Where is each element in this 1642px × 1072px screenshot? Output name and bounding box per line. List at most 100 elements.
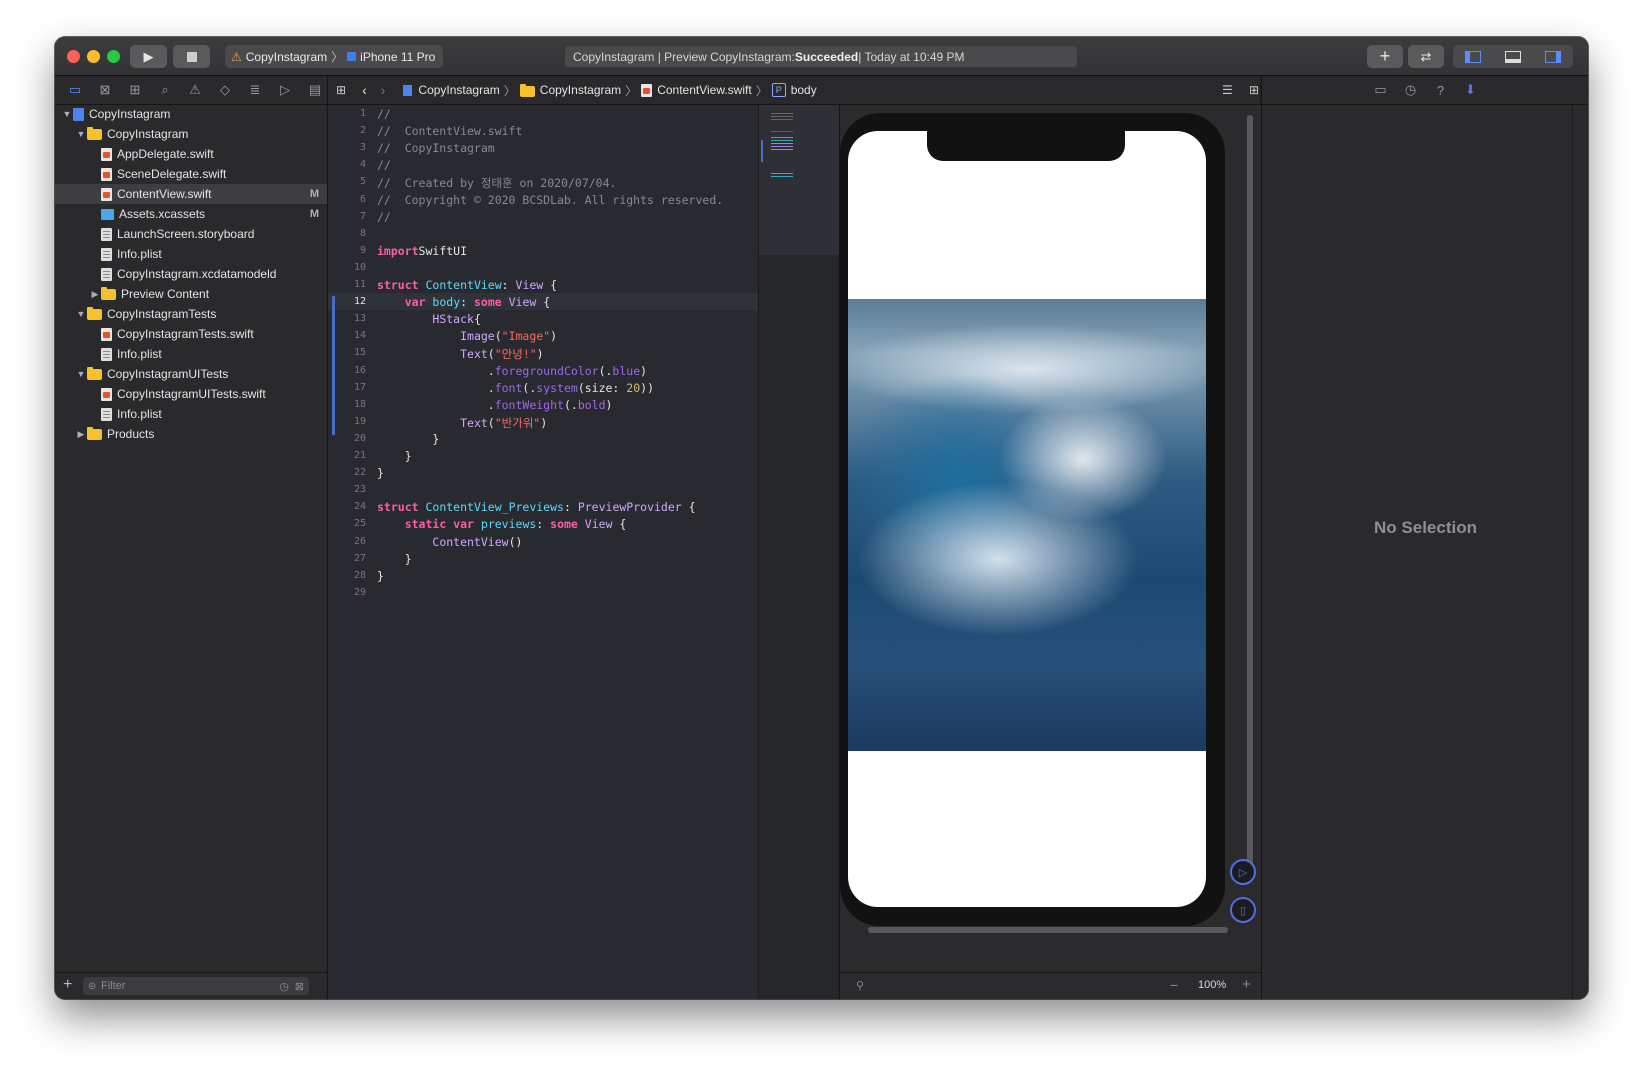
code-line[interactable]: static var previews: some View { — [377, 517, 627, 531]
attributes-inspector-icon[interactable]: ⬇ — [1462, 81, 1480, 99]
navigator-item-label: Info.plist — [117, 347, 162, 361]
navigator-item[interactable]: CopyInstagramTests.swift — [55, 324, 327, 344]
report-icon[interactable]: ▤ — [303, 80, 327, 100]
navigator-item[interactable]: ▼ CopyInstagramTests — [55, 304, 327, 324]
minimap[interactable] — [758, 105, 839, 999]
horizontal-scrollbar[interactable] — [868, 927, 1228, 933]
code-line[interactable]: // CopyInstagram — [377, 141, 495, 155]
live-preview-button[interactable]: ▷ — [1230, 859, 1256, 885]
history-inspector-icon[interactable]: ◷ — [1402, 81, 1420, 99]
zoom-in-icon[interactable]: + — [1242, 976, 1251, 993]
scm-filter-icon[interactable]: ⊠ — [295, 980, 304, 993]
source-control-icon[interactable]: ⊠ — [93, 80, 117, 100]
code-line[interactable]: } — [377, 569, 384, 583]
code-review-button[interactable]: ⇄ — [1408, 45, 1444, 68]
navigator-item[interactable]: AppDelegate.swift — [55, 144, 327, 164]
code-line[interactable]: .fontWeight(.bold) — [377, 398, 613, 412]
code-line[interactable]: ContentView() — [377, 535, 522, 549]
test-icon[interactable]: ◇ — [213, 80, 237, 100]
code-line[interactable]: var body: some View { — [377, 295, 550, 309]
navigator-item[interactable]: ▼ CopyInstagram — [55, 124, 327, 144]
navigator-item[interactable]: SceneDelegate.swift — [55, 164, 327, 184]
crumb-project[interactable]: CopyInstagram — [418, 83, 499, 97]
quick-help-icon[interactable]: ? — [1432, 81, 1450, 99]
code-line[interactable]: Text("반가워") — [377, 415, 547, 431]
disclosure-collapsed-icon[interactable]: ▶ — [75, 429, 87, 440]
add-file-icon[interactable]: + — [63, 976, 72, 994]
minimize-button[interactable] — [87, 50, 100, 63]
navigator-item-label: ContentView.swift — [117, 187, 212, 201]
navigator-item[interactable]: LaunchScreen.storyboard — [55, 224, 327, 244]
code-line[interactable]: Text("안녕!") — [377, 346, 544, 362]
crumb-group[interactable]: CopyInstagram — [540, 83, 621, 97]
navigator-toggle-icon[interactable] — [1465, 50, 1481, 63]
disclosure-expanded-icon[interactable]: ▼ — [75, 369, 87, 379]
recent-files-icon[interactable]: ◷ — [279, 980, 289, 993]
source-editor[interactable]: 1 2 3 4 5 6 7 8 9 10 11 12 13 14 15 16 17 18 19 20 21 22 23 24 2… — [328, 105, 758, 999]
code-line[interactable]: importSwiftUI — [377, 244, 467, 258]
minimap-viewport[interactable] — [759, 105, 839, 255]
code-line[interactable]: // ContentView.swift — [377, 124, 522, 138]
disclosure-collapsed-icon[interactable]: ▶ — [89, 289, 101, 300]
debug-icon[interactable]: ≣ — [243, 80, 267, 100]
symbol-icon[interactable]: ⊞ — [123, 80, 147, 100]
navigator-item[interactable]: Info.plist — [55, 404, 327, 424]
navigator-item-label: Preview Content — [121, 287, 210, 301]
code-line[interactable]: } — [377, 432, 439, 446]
related-items-icon[interactable]: ⊞ — [336, 83, 346, 97]
inspector-toggle-icon[interactable] — [1545, 50, 1561, 63]
navigator-item[interactable]: ▶ Products — [55, 424, 327, 444]
code-line[interactable]: } — [377, 552, 412, 566]
add-editor-icon[interactable]: ⊞ — [1249, 83, 1259, 97]
library-button[interactable]: + — [1367, 45, 1403, 68]
forward-icon[interactable]: › — [381, 82, 386, 98]
disclosure-expanded-icon[interactable]: ▼ — [61, 109, 73, 119]
preview-device-button[interactable]: ▯ — [1230, 897, 1256, 923]
code-line[interactable]: // Copyright © 2020 BCSDLab. All rights … — [377, 193, 723, 207]
debug-toggle-icon[interactable] — [1505, 50, 1521, 63]
filter-input[interactable]: ⊜ Filter ◷ ⊠ — [83, 977, 309, 995]
scheme-selector[interactable]: ⚠ CopyInstagram 〉 iPhone 11 Pro — [225, 45, 443, 68]
navigator-item[interactable]: ContentView.swift M — [55, 184, 327, 204]
crumb-file[interactable]: ContentView.swift — [657, 83, 752, 97]
zoom-button[interactable] — [107, 50, 120, 63]
code-line[interactable]: struct ContentView_Previews: PreviewProv… — [377, 500, 696, 514]
folder-icon[interactable]: ▭ — [63, 80, 87, 100]
code-line[interactable]: // — [377, 107, 391, 121]
code-line[interactable]: // Created by 정태훈 on 2020/07/04. — [377, 175, 616, 191]
breakpoint-icon[interactable]: ▷ — [273, 80, 297, 100]
navigator-item[interactable]: CopyInstagramUITests.swift — [55, 384, 327, 404]
code-line[interactable]: .foregroundColor(.blue) — [377, 364, 647, 378]
code-line[interactable]: } — [377, 466, 384, 480]
navigator-item[interactable]: ▼ CopyInstagramUITests — [55, 364, 327, 384]
code-line[interactable]: Image("Image") — [377, 329, 557, 343]
navigator-item[interactable]: CopyInstagram.xcdatamodeld — [55, 264, 327, 284]
zoom-out-icon[interactable]: − — [1170, 977, 1178, 993]
navigator-item[interactable]: ▶ Preview Content — [55, 284, 327, 304]
plist-file-icon — [101, 407, 112, 421]
disclosure-expanded-icon[interactable]: ▼ — [75, 309, 87, 319]
navigator-item[interactable]: Info.plist — [55, 244, 327, 264]
vertical-scrollbar[interactable] — [1247, 115, 1253, 875]
back-icon[interactable]: ‹ — [362, 82, 367, 98]
close-button[interactable] — [67, 50, 80, 63]
crumb-symbol[interactable]: body — [791, 83, 817, 97]
navigator-item[interactable]: Assets.xcassets M — [55, 204, 327, 224]
disclosure-expanded-icon[interactable]: ▼ — [75, 129, 87, 139]
navigator-item[interactable]: ▼ CopyInstagram — [55, 104, 327, 124]
code-line[interactable]: struct ContentView: View { — [377, 278, 557, 292]
run-button[interactable]: ▶ — [130, 45, 167, 68]
code-line[interactable]: // — [377, 158, 391, 172]
navigator-item[interactable]: Info.plist — [55, 344, 327, 364]
code-line[interactable]: .font(.system(size: 20)) — [377, 381, 654, 395]
search-icon[interactable]: ⌕ — [153, 80, 177, 100]
code-line[interactable]: // — [377, 210, 391, 224]
warning-icon[interactable]: ⚠ — [183, 80, 207, 100]
code-line[interactable]: } — [377, 449, 412, 463]
code-line[interactable]: HStack{ — [377, 312, 480, 326]
stop-button[interactable] — [173, 45, 210, 68]
editor-options-icon[interactable]: ☰ — [1222, 83, 1233, 97]
iphone-preview[interactable] — [840, 113, 1225, 926]
pin-icon[interactable]: ⚲ — [856, 979, 864, 992]
file-inspector-icon[interactable]: ▭ — [1372, 81, 1390, 99]
